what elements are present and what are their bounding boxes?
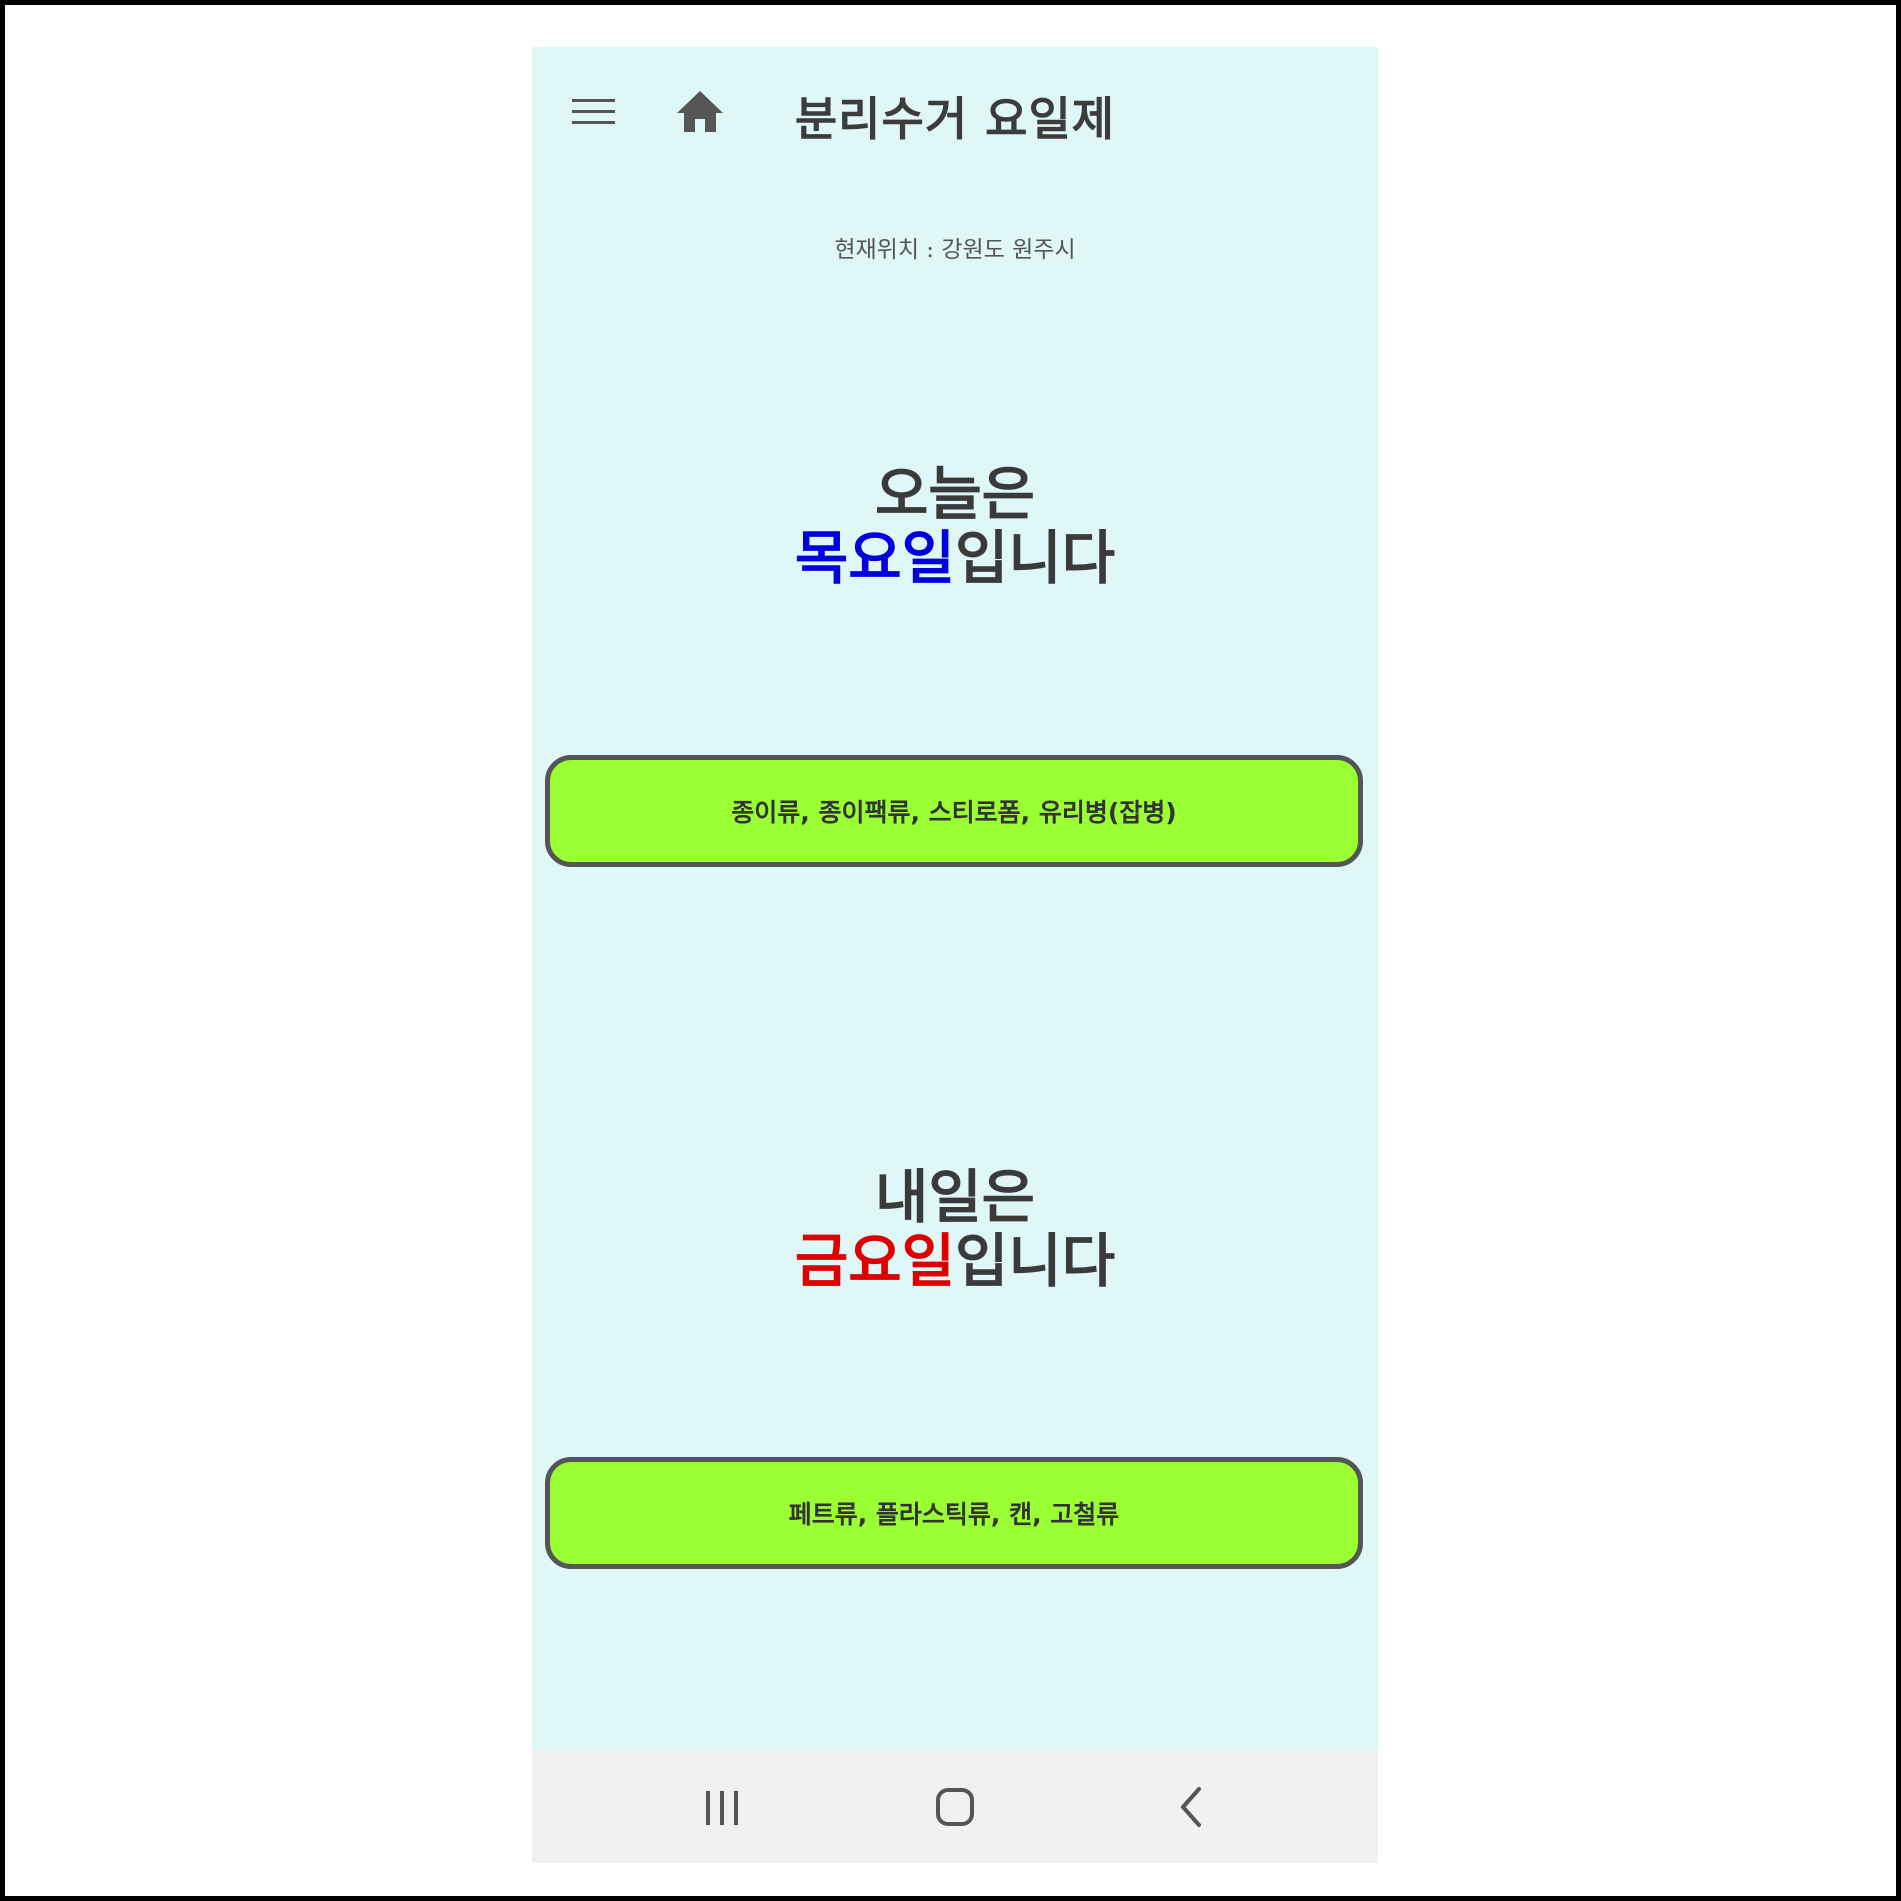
system-nav-bar xyxy=(532,1751,1378,1863)
app-title: 분리수거 요일제 xyxy=(794,92,1116,146)
tomorrow-line: 금요일입니다 xyxy=(532,1229,1378,1293)
tomorrow-heading: 내일은 금요일입니다 xyxy=(532,1165,1378,1293)
menu-button[interactable] xyxy=(570,95,618,129)
tomorrow-items-label: 페트류, 플라스틱류, 캔, 고철류 xyxy=(788,1500,1120,1529)
tomorrow-items-button[interactable]: 페트류, 플라스틱류, 캔, 고철류 xyxy=(545,1457,1363,1569)
today-heading: 오늘은 목요일입니다 xyxy=(532,462,1378,590)
phone-screen: 분리수거 요일제 현재위치 : 강원도 원주시 오늘은 목요일입니다 종이류, … xyxy=(532,47,1378,1863)
back-button[interactable] xyxy=(1162,1777,1222,1837)
system-home-icon xyxy=(936,1788,974,1826)
app-bar: 분리수거 요일제 xyxy=(532,47,1378,177)
tomorrow-suffix: 입니다 xyxy=(955,1227,1116,1295)
today-line: 목요일입니다 xyxy=(532,526,1378,590)
current-location: 현재위치 : 강원도 원주시 xyxy=(834,237,1076,263)
home-icon xyxy=(677,91,723,132)
today-items-label: 종이류, 종이팩류, 스티로폼, 유리병(잡병) xyxy=(731,798,1177,827)
tomorrow-day: 금요일 xyxy=(794,1227,955,1295)
today-suffix: 입니다 xyxy=(955,524,1116,592)
screenshot-frame: 분리수거 요일제 현재위치 : 강원도 원주시 오늘은 목요일입니다 종이류, … xyxy=(0,0,1901,1901)
home-button[interactable] xyxy=(674,87,726,135)
recents-button[interactable] xyxy=(692,1777,752,1837)
today-day: 목요일 xyxy=(794,524,955,592)
today-items-button[interactable]: 종이류, 종이팩류, 스티로폼, 유리병(잡병) xyxy=(545,755,1363,867)
back-icon xyxy=(1181,1787,1201,1827)
tomorrow-prefix: 내일은 xyxy=(874,1163,1036,1231)
system-home-button[interactable] xyxy=(925,1777,985,1837)
recents-icon xyxy=(706,1791,738,1825)
today-prefix: 오늘은 xyxy=(874,460,1036,528)
